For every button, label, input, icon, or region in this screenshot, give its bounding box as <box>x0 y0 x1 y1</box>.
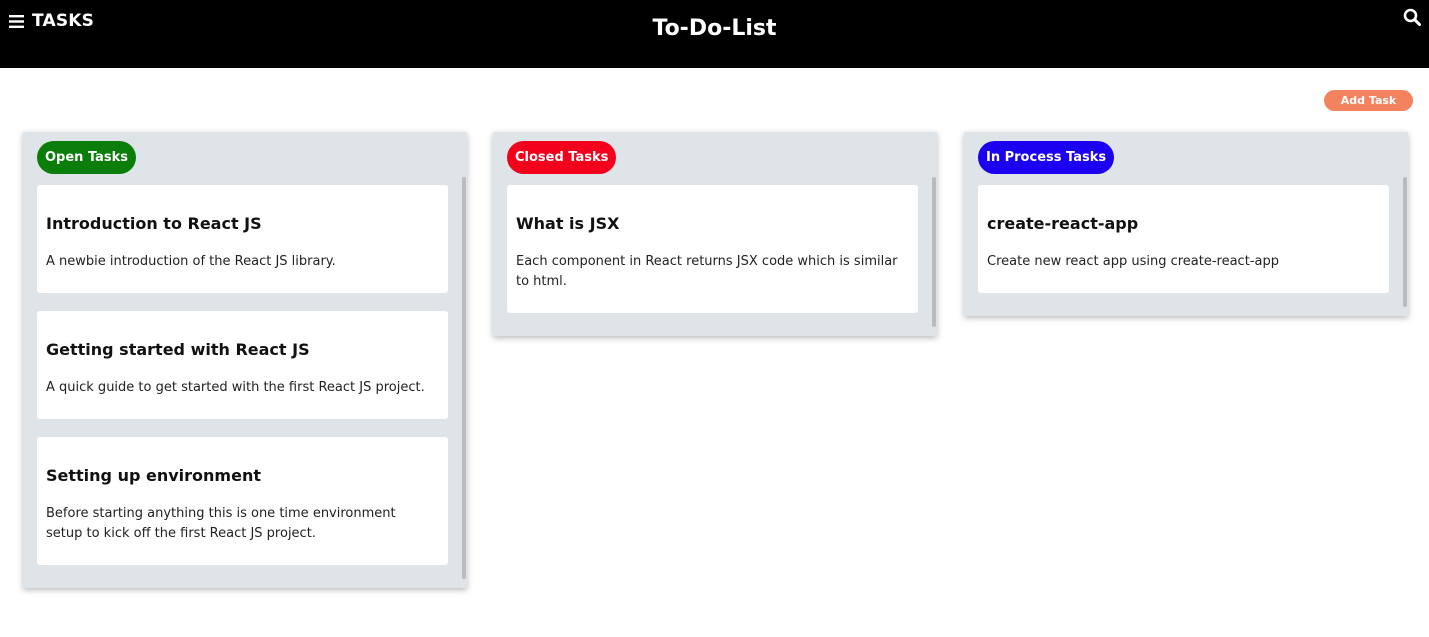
column-scrollbar[interactable] <box>1403 177 1407 307</box>
task-description: Create new react app using create-react-… <box>987 254 1279 269</box>
column-badge-closed: Closed Tasks <box>507 141 617 174</box>
column-badge-in-process: In Process Tasks <box>978 141 1115 174</box>
task-description: Each component in React returns JSX code… <box>516 254 898 289</box>
search-icon[interactable] <box>1403 8 1421 26</box>
task-card[interactable]: What is JSX Each component in React retu… <box>507 185 918 313</box>
task-title: What is JSX <box>516 214 620 233</box>
task-description: Before starting anything this is one tim… <box>46 506 396 541</box>
column-closed-tasks: Closed Tasks What is JSX Each component … <box>493 132 937 336</box>
column-scrollbar[interactable] <box>932 177 936 327</box>
column-scrollbar[interactable] <box>462 177 466 579</box>
column-in-process-tasks: In Process Tasks create-react-app Create… <box>964 132 1408 316</box>
task-card[interactable]: Getting started with React JS A quick gu… <box>37 311 448 419</box>
column-badge-open: Open Tasks <box>37 141 137 174</box>
task-title: Introduction to React JS <box>46 214 262 233</box>
task-card[interactable]: Introduction to React JS A newbie introd… <box>37 185 448 293</box>
task-card[interactable]: create-react-app Create new react app us… <box>978 185 1389 293</box>
task-description: A quick guide to get started with the fi… <box>46 380 425 395</box>
add-task-button[interactable]: Add Task <box>1324 90 1413 111</box>
task-title: Setting up environment <box>46 466 261 485</box>
column-open-tasks: Open Tasks Introduction to React JS A ne… <box>23 132 467 588</box>
task-title: Getting started with React JS <box>46 340 310 359</box>
task-description: A newbie introduction of the React JS li… <box>46 254 336 269</box>
task-title: create-react-app <box>987 214 1139 233</box>
top-navbar: TASKS To-Do-List <box>0 0 1429 68</box>
page-title: To-Do-List <box>652 16 777 41</box>
task-card[interactable]: Setting up environment Before starting a… <box>37 437 448 565</box>
